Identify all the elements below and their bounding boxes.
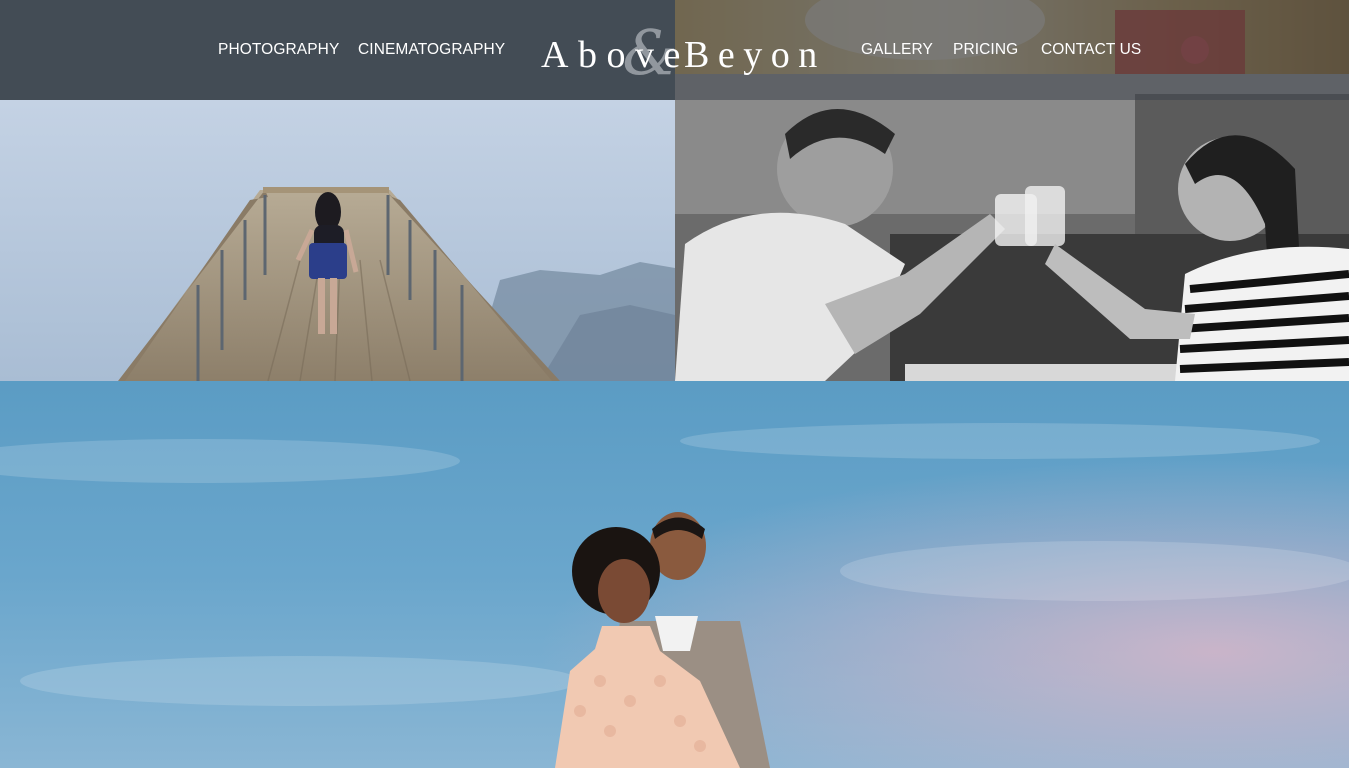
above-beyond-logo: & Above Beyond xyxy=(541,22,823,84)
couple-at-dusk-image xyxy=(0,381,1349,768)
site-header: PHOTOGRAPHY CINEMATOGRAPHY & Above Beyon… xyxy=(0,0,1349,100)
toast-photo[interactable] xyxy=(675,74,1349,381)
woman-on-pier-image xyxy=(0,100,675,381)
nav-photography[interactable]: PHOTOGRAPHY xyxy=(218,41,339,59)
logo-word-beyond: Beyond xyxy=(684,34,823,76)
couple-sky-photo[interactable] xyxy=(0,381,1349,768)
nav-contact-us[interactable]: CONTACT US xyxy=(1041,41,1141,59)
nav-pricing[interactable]: PRICING xyxy=(953,41,1018,59)
nav-gallery[interactable]: GALLERY xyxy=(861,41,933,59)
couple-toasting-image xyxy=(675,74,1349,381)
pier-photo[interactable] xyxy=(0,100,675,381)
nav-cinematography[interactable]: CINEMATOGRAPHY xyxy=(358,41,505,59)
site-logo[interactable]: & Above Beyond xyxy=(538,22,823,84)
logo-word-above: Above xyxy=(541,34,690,76)
